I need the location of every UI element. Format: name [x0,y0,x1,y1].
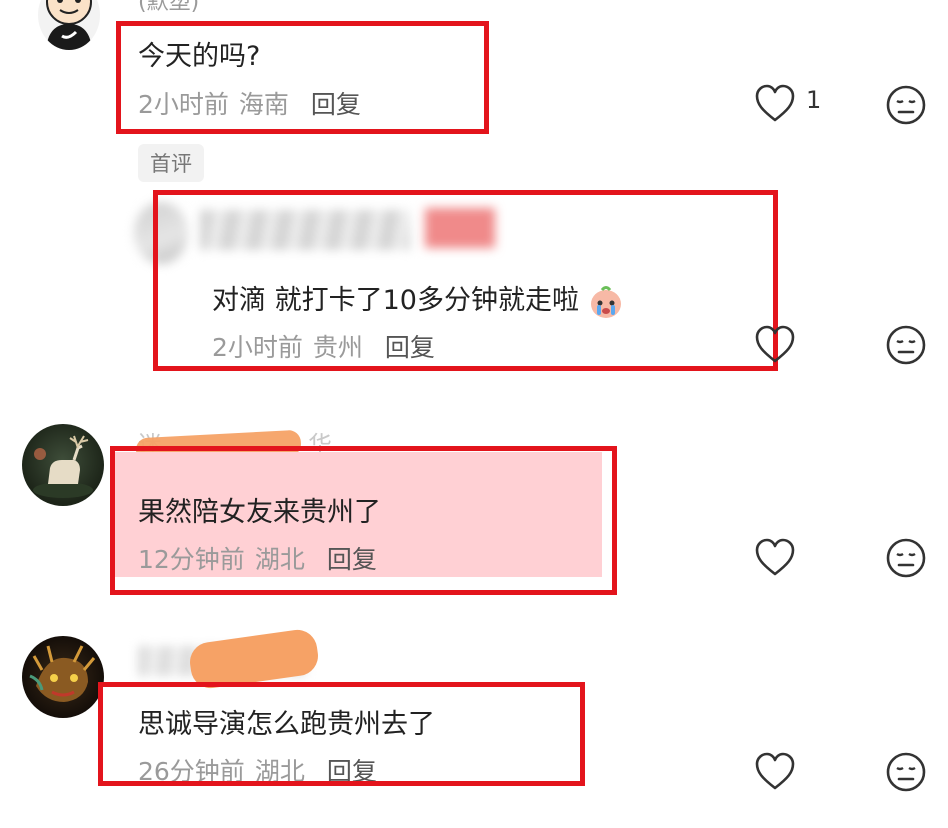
meh-face-icon[interactable] [885,324,927,366]
meh-face-icon[interactable] [885,751,927,793]
like-count: 1 [806,86,822,114]
avatar[interactable] [38,0,100,50]
comment-author: (默塑) [138,0,200,15]
avatar[interactable] [22,636,104,718]
heart-icon[interactable] [754,325,796,365]
highlight-box [116,21,489,134]
avatar[interactable] [22,424,104,506]
heart-icon[interactable] [754,752,796,792]
heart-icon[interactable] [754,84,796,124]
highlight-box [98,682,585,786]
meh-face-icon[interactable] [885,84,927,126]
highlight-box [153,190,778,371]
meh-face-icon[interactable] [885,537,927,579]
first-comment-tag: 首评 [138,144,204,182]
heart-icon[interactable] [754,538,796,578]
highlight-box [110,446,617,595]
